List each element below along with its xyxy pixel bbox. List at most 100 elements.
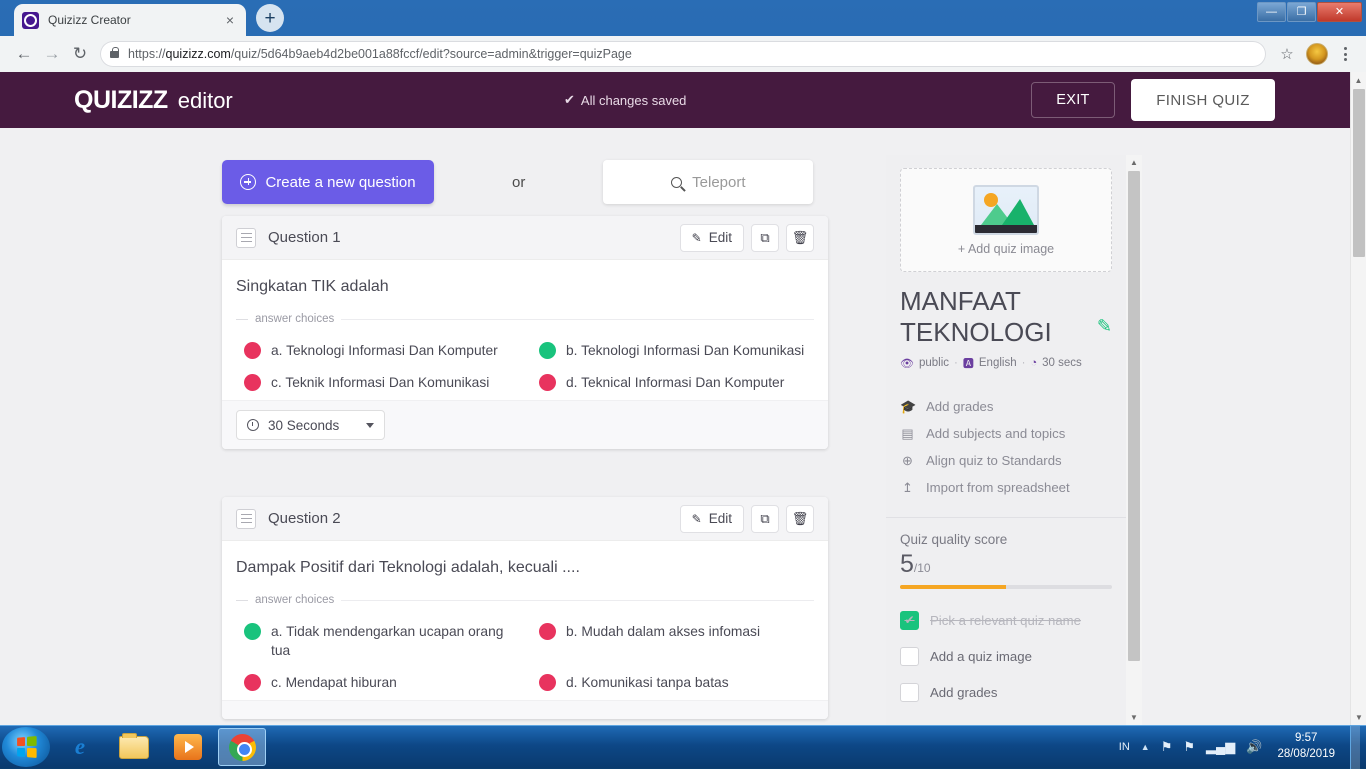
taskbar-chrome[interactable] [218,728,266,766]
checklist-label: Pick a relevant quiz name [930,612,1081,628]
folder-icon [119,732,149,759]
choices-grid: a. Teknologi Informasi Dan Komputer b. T… [236,325,814,396]
brand: QUIZIZZ editor [74,86,233,115]
question-body: Dampak Positif dari Teknologi adalah, ke… [222,541,828,700]
choice-item[interactable]: d. Teknical Informasi Dan Komputer [539,373,814,392]
maximize-button[interactable]: ❐ [1287,2,1316,22]
choice-item[interactable]: a. Tidak mendengarkan ucapan orang tua [244,622,519,660]
clock-time: 9:57 [1295,732,1318,745]
create-question-button[interactable]: Create a new question [222,160,434,204]
forward-icon[interactable]: → [38,40,66,68]
sidebar-item-align-standards[interactable]: ⊕ Align quiz to Standards [900,447,1112,474]
duplicate-question-button[interactable]: ⧉ [751,504,779,533]
choice-item[interactable]: b. Teknologi Informasi Dan Komunikasi [539,341,814,360]
question-footer [222,700,828,720]
pencil-icon: ✎ [691,511,702,526]
drag-handle-icon[interactable] [236,227,256,248]
choice-item[interactable]: b. Mudah dalam akses infomasi [539,622,814,660]
scroll-down-icon[interactable]: ▼ [1351,709,1366,725]
meta-separator: · [954,357,958,370]
page-scroll-thumb[interactable] [1353,89,1365,257]
sidebar-scrollbar[interactable]: ▲ ▼ [1126,155,1142,725]
answer-choices-label: answer choices [236,313,814,325]
choice-dot-icon [539,674,556,692]
checklist-item[interactable]: Add grades [900,674,1112,710]
start-button[interactable] [2,727,50,767]
delete-question-button[interactable]: 🗑 [786,504,814,533]
question-number: Question 1 [268,229,341,246]
action-center-icon[interactable]: ⚑ [1161,739,1173,755]
duplicate-question-button[interactable]: ⧉ [751,223,779,252]
choice-dot-icon [244,623,261,640]
scroll-up-icon[interactable]: ▲ [1351,72,1366,88]
teleport-search[interactable]: Teleport [603,160,814,204]
checklist-item[interactable]: ✔ Pick a relevant quiz name [900,602,1112,638]
language-icon: 🅰 [962,358,974,371]
show-hidden-icons-button[interactable]: ▲ [1141,742,1150,752]
question-card: Question 2 ✎ Edit ⧉ 🗑 Dampak Positif dar… [222,497,828,720]
edit-title-icon[interactable]: ✎ [1097,316,1112,337]
scroll-down-icon[interactable]: ▼ [1126,710,1142,725]
taskbar-internet-explorer[interactable]: e [56,728,104,766]
reload-icon[interactable]: ↻ [66,40,94,68]
upload-icon: ↥ [902,479,913,495]
image-placeholder-icon [973,184,1039,235]
quality-progress-bar [900,585,1112,590]
close-window-button[interactable]: ✕ [1317,2,1362,22]
taskbar-file-explorer[interactable] [110,728,158,766]
sidebar-scroll-thumb[interactable] [1128,171,1140,661]
plus-circle-icon [240,174,257,190]
address-bar[interactable]: https://quizizz.com/quiz/5d64b9aeb4d2be0… [100,41,1266,67]
browser-tab[interactable]: Quizizz Creator × [14,4,246,36]
taskbar-media-player[interactable] [164,728,212,766]
media-player-icon [174,734,202,760]
scroll-up-icon[interactable]: ▲ [1126,155,1142,170]
delete-question-button[interactable]: 🗑 [786,223,814,252]
tab-title: Quizizz Creator [48,13,131,27]
choice-item[interactable]: c. Mendapat hiburan [244,673,519,692]
sidebar-item-import-spreadsheet[interactable]: ↥ Import from spreadsheet [900,474,1112,501]
chrome-menu-icon[interactable] [1334,41,1356,67]
bookmark-star-icon[interactable]: ☆ [1274,41,1300,67]
sidebar-item-add-grades[interactable]: 🎓 Add grades [900,393,1112,420]
choice-item[interactable]: c. Teknik Informasi Dan Komunikasi [244,373,519,392]
show-desktop-button[interactable] [1350,725,1360,769]
minimize-button[interactable]: — [1257,2,1286,22]
clock[interactable]: 9:57 28/08/2019 [1273,731,1339,762]
timer-dropdown[interactable]: 30 Seconds [236,410,386,441]
editor-label: editor [177,87,233,113]
question-text: Dampak Positif dari Teknologi adalah, ke… [236,559,580,576]
internet-explorer-icon: e [74,734,86,759]
page-scrollbar[interactable]: ▲ ▼ [1350,72,1366,725]
add-quiz-image-dropzone[interactable]: + Add quiz image [900,168,1112,272]
checkbox-icon [900,682,919,702]
exit-button[interactable]: EXIT [1031,82,1115,118]
network-icon[interactable]: ▂▄▆ [1206,739,1235,755]
new-tab-button[interactable]: + [256,4,284,32]
eye-icon: 👁 [900,357,914,370]
choice-dot-icon [539,374,556,392]
close-icon[interactable]: × [222,12,238,28]
profile-avatar[interactable] [1306,43,1328,65]
choice-item[interactable]: d. Komunikasi tanpa batas [539,673,814,692]
drag-handle-icon[interactable] [236,508,256,529]
choice-label: b. Mudah dalam akses infomasi [566,624,761,639]
choice-item[interactable]: a. Teknologi Informasi Dan Komputer [244,341,519,360]
choice-dot-icon [539,342,556,359]
question-text: Singkatan TIK adalah [236,278,389,295]
main-content: Create a new question or Teleport Questi… [0,128,1350,725]
edit-question-button[interactable]: ✎ Edit [679,504,744,533]
checklist-item[interactable]: Add a quiz image [900,638,1112,674]
back-icon[interactable]: ← [10,40,38,68]
language-indicator[interactable]: IN [1119,741,1130,753]
question-actions: ✎ Edit ⧉ 🗑 [679,504,814,533]
volume-icon[interactable]: 🔊 [1246,739,1262,755]
choice-label: c. Teknik Informasi Dan Komunikasi [271,375,490,391]
choice-label: d. Teknical Informasi Dan Komputer [566,375,785,391]
notification-icon[interactable]: ⚑ [1183,739,1195,755]
edit-question-button[interactable]: ✎ Edit [679,223,744,252]
finish-quiz-button[interactable]: FINISH QUIZ [1131,79,1275,121]
chrome-icon [228,733,256,761]
sidebar-item-add-subjects[interactable]: ▤ Add subjects and topics [900,420,1112,447]
answer-choices-text: answer choices [255,313,335,325]
